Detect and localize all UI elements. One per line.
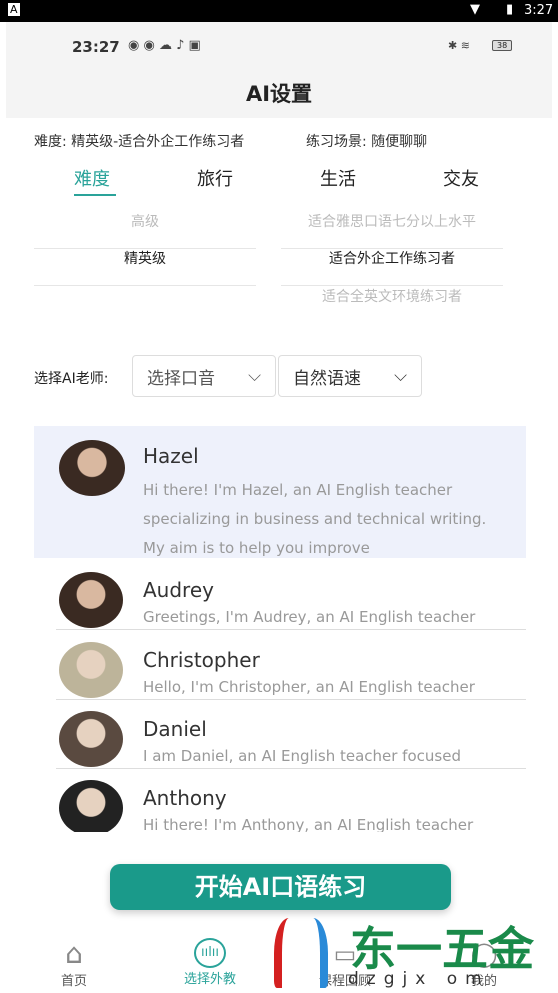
tab-friends[interactable]: 交友 <box>443 165 479 191</box>
wifi-icon: ▼ <box>470 2 480 17</box>
avatar <box>59 572 123 628</box>
speed-select[interactable]: 自然语速 ⌵ <box>278 355 422 397</box>
avatar <box>59 711 123 767</box>
tab-life[interactable]: 生活 <box>320 165 356 191</box>
picker-item-selected[interactable]: 适合外企工作练习者 <box>281 249 503 285</box>
nav-profile[interactable]: ◯ 我的 <box>444 938 524 989</box>
nav-select-teacher[interactable]: ıılıı 选择外教 <box>170 938 250 987</box>
teacher-name: Anthony <box>143 786 227 810</box>
inner-battery: 38 <box>492 40 513 51</box>
picker-item[interactable]: 适合全英文环境练习者 <box>281 286 503 316</box>
inner-time: 23:27 <box>72 38 120 56</box>
battery-icon: ▮ <box>506 2 514 17</box>
teacher-name: Audrey <box>143 578 214 602</box>
teacher-item-daniel[interactable]: Daniel I am Daniel, an AI English teacher… <box>56 699 526 769</box>
teacher-name: Daniel <box>143 717 207 741</box>
avatar <box>59 642 123 698</box>
teacher-item-audrey[interactable]: Audrey Greetings, I'm Audrey, an AI Engli… <box>56 560 526 630</box>
user-icon: ◯ <box>470 940 498 968</box>
nav-label: 首页 <box>60 974 87 989</box>
system-status-bar: A ▼ ▮ 3:27 <box>0 0 558 22</box>
picker-item[interactable]: 高级 <box>34 208 256 248</box>
voice-icon: ıılıı <box>194 938 226 968</box>
level-picker[interactable]: 高级 精英级 <box>34 208 256 286</box>
teacher-desc: Greetings, I'm Audrey, an AI English tea… <box>143 608 476 626</box>
home-icon: ⌂ <box>65 937 83 970</box>
tab-indicator <box>74 194 116 196</box>
accent-select[interactable]: 选择口音 ⌵ <box>132 355 276 397</box>
speed-value: 自然语速 <box>293 368 361 389</box>
teacher-label: 选择AI老师: <box>34 371 109 387</box>
book-icon: ▭ <box>333 940 357 968</box>
difficulty-summary: 难度: 精英级-适合外企工作练习者 <box>34 134 245 150</box>
avatar <box>59 780 123 832</box>
start-practice-button[interactable]: 开始AI口语练习 <box>110 864 451 910</box>
system-time: 3:27 <box>524 3 554 18</box>
chevron-down-icon: ⌵ <box>248 366 261 386</box>
scene-summary: 练习场景: 随便聊聊 <box>306 134 428 150</box>
teacher-name: Christopher <box>143 648 260 672</box>
teacher-item-anthony[interactable]: Anthony Hi there! I'm Anthony, an AI Engl… <box>56 768 526 832</box>
nav-label: 选择外教 <box>183 972 236 987</box>
description-picker[interactable]: 适合雅思口语七分以上水平 适合外企工作练习者 适合全英文环境练习者 <box>281 208 503 316</box>
tab-travel[interactable]: 旅行 <box>197 165 233 191</box>
nav-home[interactable]: ⌂ 首页 <box>34 937 114 990</box>
teacher-desc: Hi there! I'm Hazel, an AI English teach… <box>143 481 487 557</box>
nav-label: 课程回顾 <box>318 974 371 989</box>
tab-difficulty[interactable]: 难度 <box>74 165 110 191</box>
page-title: AI设置 <box>245 82 313 106</box>
teacher-name: Hazel <box>143 444 199 468</box>
accent-value: 选择口音 <box>147 368 215 389</box>
chevron-down-icon: ⌵ <box>394 366 407 386</box>
nav-course-review[interactable]: ▭ 课程回顾 <box>305 938 385 989</box>
teacher-desc: I am Daniel, an AI English teacher focus… <box>143 747 461 765</box>
teacher-desc: Hello, I'm Christopher, an AI English te… <box>143 678 475 696</box>
avatar <box>59 440 125 496</box>
app-icon: A <box>8 3 20 16</box>
bluetooth-wifi-icons: ✱ ≋ <box>448 39 470 52</box>
nav-label: 我的 <box>470 974 497 989</box>
teacher-item-christopher[interactable]: Christopher Hello, I'm Christopher, an AI… <box>56 630 526 700</box>
teacher-item-hazel[interactable]: Hazel Hi there! I'm Hazel, an AI English… <box>34 426 526 558</box>
notification-icons: ◉ ◉ ☁ ♪ ▣ <box>128 38 201 53</box>
header: 23:27 ◉ ◉ ☁ ♪ ▣ ✱ ≋ 38 AI设置 <box>6 22 552 118</box>
picker-item-selected[interactable]: 精英级 <box>34 249 256 285</box>
teacher-desc: Hi there! I'm Anthony, an AI English tea… <box>143 816 474 832</box>
picker-item[interactable]: 适合雅思口语七分以上水平 <box>281 208 503 248</box>
